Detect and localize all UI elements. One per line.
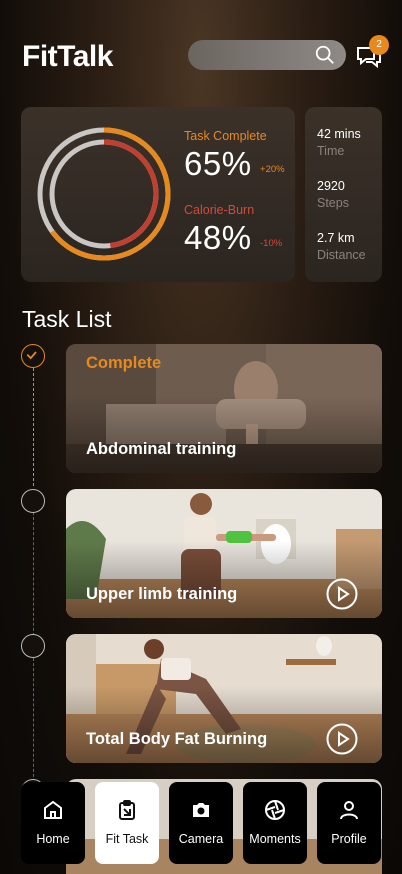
calorie-burn-label: Calorie-Burn	[184, 203, 255, 217]
task-title: Upper limb training	[86, 585, 238, 603]
task-complete-delta: +20%	[260, 164, 285, 175]
task-card-upper-limb[interactable]: Upper limb training	[66, 489, 382, 618]
search-icon[interactable]	[314, 44, 336, 66]
timeline-check-icon	[21, 344, 45, 368]
time-label: Time	[317, 144, 345, 158]
tab-label: Fit Task	[105, 832, 149, 846]
steps-stat: 2920 Steps	[317, 179, 382, 231]
notification-badge: 2	[369, 35, 389, 55]
activity-summary-card: 42 mins Time 2920 Steps 2.7 km Distance	[305, 107, 382, 282]
tab-camera[interactable]: Camera	[169, 782, 233, 864]
time-stat: 42 mins Time	[317, 127, 382, 179]
play-icon[interactable]	[326, 723, 358, 755]
play-icon[interactable]	[326, 578, 358, 610]
time-value: 42 mins	[317, 127, 361, 141]
task-title: Abdominal training	[86, 440, 237, 458]
tab-label: Moments	[249, 832, 301, 846]
timeline-connector	[33, 368, 34, 486]
task-title: Total Body Fat Burning	[86, 730, 268, 748]
task-status: Complete	[86, 354, 162, 372]
app-logo: FitTalk	[22, 40, 113, 73]
bottom-tab-bar: Home Fit Task Camera Moments Profile	[21, 782, 382, 864]
distance-label: Distance	[317, 248, 366, 262]
task-card-abdominal[interactable]: Complete Abdominal training	[66, 344, 382, 473]
home-icon	[44, 800, 62, 819]
aperture-icon	[265, 800, 285, 820]
distance-stat: 2.7 km Distance	[317, 231, 382, 283]
task-complete-value: 65%	[184, 145, 252, 182]
calorie-burn-stat: Calorie-Burn 48% -10%	[184, 203, 282, 257]
task-card-fat-burning[interactable]: Total Body Fat Burning	[66, 634, 382, 763]
clipboard-icon	[119, 800, 135, 820]
tab-label: Profile	[331, 832, 367, 846]
progress-ring	[37, 127, 171, 261]
task-list-title: Task List	[22, 306, 112, 332]
task-complete-stat: Task Complete 65% +20%	[184, 129, 285, 183]
tab-home[interactable]: Home	[21, 782, 85, 864]
camera-icon	[193, 803, 209, 817]
steps-label: Steps	[317, 196, 349, 210]
timeline-dot	[21, 634, 45, 658]
tab-label: Camera	[178, 832, 224, 846]
calorie-burn-value: 48%	[184, 219, 252, 256]
timeline-dot	[21, 489, 45, 513]
tab-moments[interactable]: Moments	[243, 782, 307, 864]
search-bar[interactable]	[188, 40, 346, 70]
tab-profile[interactable]: Profile	[317, 782, 381, 864]
steps-value: 2920	[317, 179, 345, 193]
tab-fit-task[interactable]: Fit Task	[95, 782, 159, 864]
task-complete-label: Task Complete	[184, 129, 267, 143]
calorie-burn-delta: -10%	[260, 238, 283, 249]
tab-label: Home	[36, 832, 70, 846]
user-icon	[340, 801, 358, 820]
distance-value: 2.7 km	[317, 231, 355, 245]
stats-card: Task Complete 65% +20% Calorie-Burn 48% …	[21, 107, 295, 282]
